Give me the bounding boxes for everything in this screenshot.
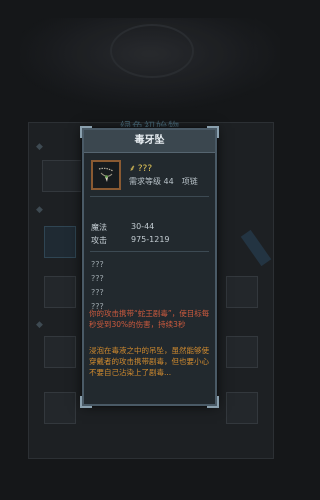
- unknown-property: ???: [91, 274, 104, 283]
- item-name: ???: [137, 164, 153, 174]
- level-requirement: 需求等级 44: [129, 177, 174, 186]
- tooltip-title: 毒牙坠: [84, 130, 215, 153]
- wand-icon: ⸙: [129, 164, 136, 174]
- item-name-row: ⸙???: [129, 161, 152, 174]
- background-slot: [44, 276, 76, 308]
- divider: [90, 196, 209, 197]
- background-slot: [42, 160, 84, 192]
- stat-value: 30-44: [131, 222, 155, 231]
- fang-pendant-icon: [91, 160, 121, 190]
- item-effect-text: 你的攻击携带“蛇王剧毒”，使目标每秒受到30%的伤害，持续3秒: [89, 309, 210, 329]
- background-section-3: ◆: [36, 320, 43, 330]
- unknown-property: ???: [91, 288, 104, 297]
- background-slot: [44, 392, 76, 424]
- background-slot: [226, 336, 258, 368]
- unknown-property: ???: [91, 260, 104, 269]
- divider: [90, 251, 209, 252]
- stat-row-magic: 魔法 30-44: [91, 222, 154, 233]
- background-slot: [44, 336, 76, 368]
- background-section-2: ◆: [36, 205, 43, 215]
- item-type: 项链: [181, 177, 198, 186]
- background-section-1: ◆: [36, 142, 43, 152]
- background-slot: [44, 226, 76, 258]
- item-lore-text: 浸泡在毒液之中的吊坠，虽然能够使穿戴者的攻击携带剧毒，但也要小心不要自己沾染上了…: [89, 346, 209, 377]
- stat-label: 魔法: [91, 223, 107, 232]
- background-emblem: [20, 18, 280, 108]
- stat-label: 攻击: [91, 236, 107, 245]
- background-slot: [226, 392, 258, 424]
- item-requirement-row: 需求等级 44 项链: [129, 176, 198, 187]
- stat-value: 975-1219: [131, 235, 170, 244]
- stat-row-attack: 攻击 975-1219: [91, 235, 170, 246]
- background-slot: [226, 276, 258, 308]
